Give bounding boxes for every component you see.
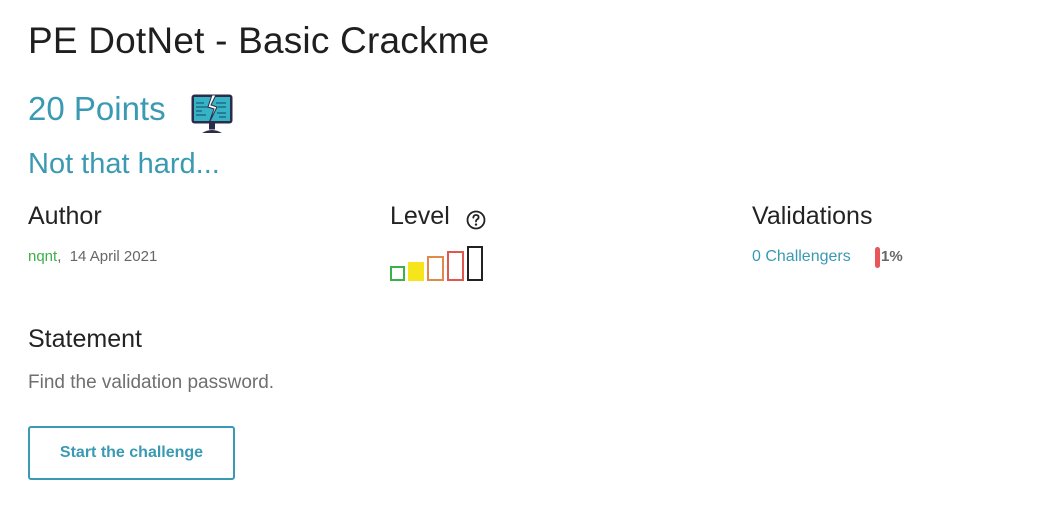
validation-percent-bar [875, 247, 880, 268]
author-link[interactable]: nqnt [28, 248, 57, 265]
level-bar-4 [447, 251, 464, 281]
question-circle-icon[interactable] [466, 210, 486, 230]
start-challenge-button[interactable]: Start the challenge [28, 426, 235, 480]
statement-text: Find the validation password. [28, 372, 275, 393]
author-date: 14 April 2021 [69, 248, 158, 265]
validation-percent: 1% [881, 248, 903, 265]
level-bar-2 [408, 262, 424, 281]
level-indicator [390, 246, 483, 281]
level-bar-1 [390, 266, 405, 281]
author-info: nqnt, 14 April 2021 [28, 248, 157, 265]
challenge-title: PE DotNet - Basic Crackme [28, 20, 490, 61]
author-separator: , [57, 248, 62, 265]
level-heading: Level [390, 202, 450, 230]
challengers-link[interactable]: 0 Challengers [752, 248, 851, 266]
level-bar-3 [427, 256, 444, 281]
challenge-subtitle: Not that hard... [28, 148, 220, 180]
statement-heading: Statement [28, 325, 142, 353]
broken-monitor-icon [191, 94, 233, 133]
author-heading: Author [28, 202, 102, 230]
validations-heading: Validations [752, 202, 873, 230]
challenge-points: 20 Points [28, 90, 166, 127]
level-bar-5 [467, 246, 483, 281]
